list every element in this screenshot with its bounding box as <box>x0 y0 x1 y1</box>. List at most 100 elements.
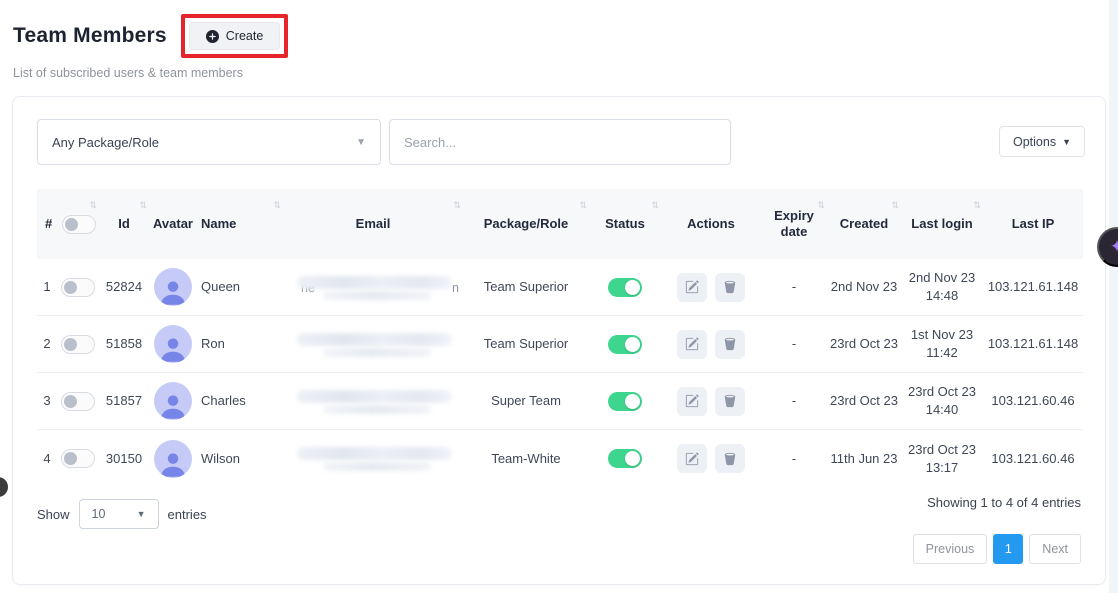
team-members-card: Any Package/Role ▼ Options ▼ # ⇅ Id ⇅ Av… <box>12 96 1106 585</box>
header-created: Created ⇅ <box>827 189 901 259</box>
previous-page-button[interactable]: Previous <box>913 534 988 564</box>
trash-icon <box>723 280 737 294</box>
header-name: Name ⇅ <box>197 189 283 259</box>
table-header-row: # ⇅ Id ⇅ Avatar Name ⇅ Email ⇅ Package <box>37 189 1083 259</box>
status-toggle[interactable] <box>608 278 642 297</box>
edit-button[interactable] <box>677 387 707 416</box>
sparkle-icon: ✦ <box>1110 237 1118 257</box>
avatar <box>154 268 192 306</box>
id-cell: 52824 <box>99 278 149 296</box>
header-last-ip: Last IP <box>983 189 1083 259</box>
last-ip-cell: 103.121.60.46 <box>983 450 1083 468</box>
package-role-select[interactable]: Any Package/Role ▼ <box>37 119 381 165</box>
redaction-smudge <box>297 390 452 403</box>
header-last-login: Last login ⇅ <box>901 189 983 259</box>
status-cell <box>589 278 661 297</box>
redaction-smudge <box>297 276 452 289</box>
actions-cell <box>661 387 761 416</box>
header-id: Id ⇅ <box>99 189 149 259</box>
sort-icon[interactable]: ⇅ <box>973 200 981 211</box>
header-index-label: # <box>45 216 52 232</box>
status-toggle[interactable] <box>608 449 642 468</box>
page-length-control: Show 10 ▼ entries <box>37 499 207 529</box>
id-cell: 51858 <box>99 335 149 353</box>
last-login-cell: 2nd Nov 23 14:48 <box>901 269 983 304</box>
sort-icon[interactable]: ⇅ <box>139 200 147 211</box>
email-cell-redacted <box>283 373 463 429</box>
last-login-cell: 23rd Oct 23 13:17 <box>901 441 983 476</box>
select-all-toggle[interactable] <box>62 215 96 234</box>
pagination: Previous 1 Next <box>913 534 1081 564</box>
plus-circle-icon <box>206 30 219 43</box>
delete-button[interactable] <box>715 387 745 416</box>
sort-icon[interactable]: ⇅ <box>817 200 825 211</box>
delete-button[interactable] <box>715 273 745 302</box>
sort-icon[interactable]: ⇅ <box>579 200 587 211</box>
id-cell: 51857 <box>99 392 149 410</box>
trash-icon <box>723 452 737 466</box>
sort-icon[interactable]: ⇅ <box>453 200 461 211</box>
email-cell-redacted <box>283 316 463 372</box>
edit-button[interactable] <box>677 330 707 359</box>
trash-icon <box>723 337 737 351</box>
actions-cell <box>661 330 761 359</box>
person-icon <box>158 276 188 306</box>
sort-icon[interactable]: ⇅ <box>651 200 659 211</box>
avatar-cell <box>149 440 197 478</box>
header-expiry-date: Expiry date ⇅ <box>761 189 827 259</box>
page-title: Team Members <box>13 24 167 48</box>
id-cell: 30150 <box>99 450 149 468</box>
person-icon <box>158 390 188 420</box>
edit-button[interactable] <box>677 273 707 302</box>
delete-button[interactable] <box>715 444 745 473</box>
created-cell: 23rd Oct 23 <box>827 335 901 353</box>
row-select-toggle[interactable] <box>61 449 95 468</box>
expiry-date-cell: - <box>761 450 827 468</box>
entries-per-page-select[interactable]: 10 ▼ <box>79 499 159 529</box>
page-1-button[interactable]: 1 <box>993 534 1023 564</box>
options-button-label: Options <box>1013 135 1056 149</box>
status-cell <box>589 335 661 354</box>
person-icon <box>158 448 188 478</box>
actions-cell <box>661 273 761 302</box>
status-toggle[interactable] <box>608 392 642 411</box>
header-status: Status ⇅ <box>589 189 661 259</box>
show-label: Show <box>37 507 70 522</box>
delete-button[interactable] <box>715 330 745 359</box>
row-select-toggle[interactable] <box>61 335 95 354</box>
header-email: Email ⇅ <box>283 189 463 259</box>
package-role-cell: Super Team <box>463 392 589 410</box>
left-edge-widget[interactable] <box>0 477 8 497</box>
status-cell <box>589 392 661 411</box>
sort-icon[interactable]: ⇅ <box>89 200 97 211</box>
create-button[interactable]: Create <box>189 22 281 50</box>
status-toggle[interactable] <box>608 335 642 354</box>
edit-button[interactable] <box>677 444 707 473</box>
row-index-cell: 2 <box>37 335 99 354</box>
row-select-toggle[interactable] <box>61 278 95 297</box>
status-cell <box>589 449 661 468</box>
team-members-table: # ⇅ Id ⇅ Avatar Name ⇅ Email ⇅ Package <box>37 189 1083 487</box>
package-role-cell: Team Superior <box>463 278 589 296</box>
create-button-label: Create <box>226 29 264 43</box>
trash-icon <box>723 394 737 408</box>
scrollbar-track[interactable] <box>1109 0 1118 593</box>
next-page-button[interactable]: Next <box>1029 534 1081 564</box>
header-avatar: Avatar <box>149 189 197 259</box>
edit-icon <box>685 337 699 351</box>
options-button[interactable]: Options ▼ <box>999 126 1085 157</box>
created-cell: 11th Jun 23 <box>827 450 901 468</box>
header-index: # ⇅ <box>37 189 99 259</box>
created-cell: 23rd Oct 23 <box>827 392 901 410</box>
sort-icon[interactable]: ⇅ <box>273 200 281 211</box>
row-index-cell: 3 <box>37 392 99 411</box>
name-cell: Ron <box>197 335 283 353</box>
package-role-cell: Team-White <box>463 450 589 468</box>
search-input[interactable] <box>389 119 731 165</box>
table-row: 3 51857 Charles Super Team <box>37 373 1083 430</box>
row-select-toggle[interactable] <box>61 392 95 411</box>
sort-icon[interactable]: ⇅ <box>891 200 899 211</box>
chevron-down-icon: ▼ <box>137 509 146 519</box>
edit-icon <box>685 452 699 466</box>
table-row: 4 30150 Wilson Team-White <box>37 430 1083 487</box>
